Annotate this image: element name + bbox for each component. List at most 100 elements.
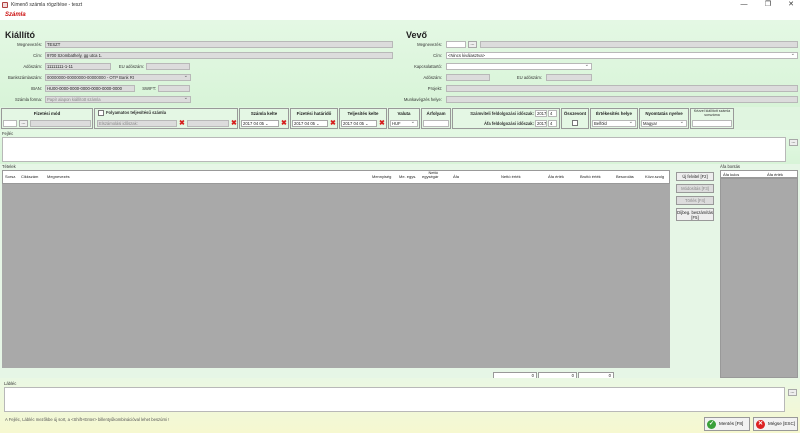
col-mennyiseg[interactable]: Mennyiség (372, 175, 391, 179)
kezzel-label: Kézzel kiállított számla sorszáma (693, 109, 731, 117)
afa-kulcs-column[interactable]: Áfa kulcs (723, 173, 739, 177)
col-netto-egysegar[interactable]: Nettó egységár (422, 171, 438, 179)
afa-bontas-grid[interactable] (720, 178, 798, 378)
osszevont-label: Összevont (563, 111, 587, 116)
osszevont-checkbox[interactable] (572, 120, 578, 126)
title-bar (0, 0, 800, 10)
szamla-kelte-clear-icon[interactable]: ✖ (281, 120, 287, 127)
fizetesi-mod-browse-button[interactable]: ... (19, 120, 28, 127)
ertekesites-select[interactable]: Belföld (592, 120, 636, 127)
kiallito-megnevezes-label: Megnevezés: (17, 42, 42, 47)
dijbeg-beszamitas-button[interactable]: Díjbeg. beszámítás [F5] (676, 208, 714, 221)
kezzel-field[interactable] (692, 120, 732, 127)
col-afa-ertek[interactable]: Áfa érték (548, 175, 564, 179)
kiallito-iban-field[interactable]: HU00-0000-0000-0000-0000-0000-0000 (45, 85, 135, 92)
fejlec-browse-button[interactable]: ... (789, 139, 798, 146)
teljesites-kelte-clear-icon[interactable]: ✖ (379, 120, 385, 127)
kiallito-cim-label: Cím: (33, 53, 42, 58)
kiallito-swift-label: SWIFT: (142, 86, 156, 91)
menu-item-szamla[interactable]: Számla (5, 12, 26, 18)
folyamatos-checkbox[interactable] (98, 110, 104, 116)
teljesites-kelte-label: Teljesítés kelte (347, 111, 379, 116)
fizetesi-mod-code[interactable] (3, 120, 17, 127)
app-icon (2, 2, 8, 8)
vevo-kapcsolattarto-label: Kapcsolattartó: (414, 64, 442, 69)
close-button[interactable]: ✕ (783, 0, 799, 10)
kiallito-eu-adoszam-label: EU adószám: (118, 64, 144, 69)
maximize-button[interactable]: ❐ (760, 0, 776, 10)
col-sorsz[interactable]: Sorsz. (5, 175, 16, 179)
fizetesi-hatarido-label: Fizetési határidő (296, 111, 332, 116)
nyomtatas-label: Nyomtatás nyelve (645, 111, 683, 116)
clear-end-icon[interactable]: ✖ (231, 120, 237, 127)
kiallito-cim-field[interactable]: 9700 Szombathely, gg utca 1. (45, 52, 393, 59)
kiallito-szamla-forma-select[interactable]: Papír alapon kiállított számla (45, 96, 191, 103)
uj-felvitel-button[interactable]: Új felvitel [F2] (676, 172, 714, 181)
fizetesi-hatarido-date[interactable]: 2017 04 05 ⌄ (292, 120, 328, 127)
lablec-textarea[interactable] (4, 387, 785, 412)
modositas-button[interactable]: Módosítás [F3] (676, 184, 714, 193)
elszamolasi-start-field[interactable]: Elszámolási időszak: (97, 120, 177, 127)
megse-label: Mégse [ESC] (768, 421, 796, 426)
fizetesi-hatarido-clear-icon[interactable]: ✖ (330, 120, 336, 127)
tetelek-grid-body[interactable] (2, 184, 670, 368)
kiallito-iban-label: IBAN: (31, 86, 42, 91)
nyomtatas-select[interactable]: Magyar (641, 120, 687, 127)
szamviteli-label: Számviteli feldolgozási időszak: (470, 111, 534, 116)
vevo-browse-button[interactable]: ... (468, 41, 477, 48)
kiallito-swift-field[interactable] (158, 85, 190, 92)
vevo-cim-label: Cím: (433, 53, 442, 58)
cancel-icon: ✕ (756, 420, 765, 429)
lablec-browse-button[interactable]: ... (788, 389, 797, 396)
minimize-button[interactable]: — (736, 0, 752, 10)
vevo-projekt-field[interactable] (446, 85, 798, 92)
vevo-adoszam-field[interactable] (446, 74, 490, 81)
clear-start-icon[interactable]: ✖ (179, 120, 185, 127)
szamviteli-month[interactable]: 4 (548, 110, 557, 117)
col-cikkszam[interactable]: Cikkszám (21, 175, 38, 179)
fizetesi-mod-field[interactable] (30, 120, 91, 127)
vevo-cim-select[interactable]: <Nincs kiválasztva> (446, 52, 798, 59)
col-besorolas[interactable]: Besorolás (616, 175, 634, 179)
kiallito-megnevezes-field[interactable]: TESZT (45, 41, 393, 48)
vevo-eu-adoszam-label: EU adószám: (516, 75, 542, 80)
elszamolasi-end-field[interactable] (187, 120, 229, 127)
arfolyam-label: Árfolyam (426, 111, 446, 116)
afa-idoszak-month[interactable]: 4 (548, 120, 557, 127)
megse-button[interactable]: ✕ Mégse [ESC] (753, 417, 798, 431)
afa-idoszak-year[interactable]: 2017 (535, 120, 547, 127)
kiallito-bankszamla-select[interactable]: 00000000-00000000-00000000 - OTP Bank Rt (45, 74, 191, 81)
col-megnevezes[interactable]: Megnevezés (47, 175, 70, 179)
kiallito-eu-adoszam-field[interactable] (146, 63, 190, 70)
afa-ertek-column[interactable]: Áfa érték (767, 173, 783, 177)
mentes-button[interactable]: ✓ Mentés [F8] (704, 417, 750, 431)
torles-button[interactable]: Törlés [F4] (676, 196, 714, 205)
col-afa[interactable]: Áfa (453, 175, 459, 179)
kiallito-title: Kiállító (5, 30, 36, 40)
col-brutto-ertek[interactable]: Bruttó érték (580, 175, 601, 179)
tetelek-label: Tételek (2, 164, 16, 169)
teljesites-kelte-date[interactable]: 2017 04 05 ⌄ (341, 120, 377, 127)
vevo-munkavegzes-label: Munkavégzés helye: (403, 97, 442, 102)
col-me-egys[interactable]: Me. egys. (399, 175, 416, 179)
col-kozv-szolg[interactable]: Közv.szolg (645, 175, 664, 179)
vevo-code-field[interactable] (446, 41, 466, 48)
szamla-kelte-label: Számla kelte (250, 111, 278, 116)
menu-bar (0, 10, 800, 20)
lablec-label: Lábléc (4, 381, 17, 386)
arfolyam-field[interactable] (423, 120, 449, 127)
valuta-select[interactable]: HUF (390, 120, 418, 127)
vevo-munkavegzes-field[interactable] (446, 96, 798, 103)
vevo-megnevezes-field[interactable] (480, 41, 798, 48)
szamla-kelte-date[interactable]: 2017 04 05 ⌄ (241, 120, 279, 127)
fejlec-textarea[interactable] (2, 137, 786, 162)
kiallito-adoszam-label: Adószám: (23, 64, 42, 69)
szamviteli-year[interactable]: 2017 (535, 110, 547, 117)
kiallito-adoszam-field[interactable]: 11111111-1-11 (45, 63, 111, 70)
checkmark-icon: ✓ (707, 420, 716, 429)
vevo-megnevezes-label: Megnevezés: (417, 42, 442, 47)
vevo-kapcsolattarto-select[interactable] (446, 63, 592, 70)
col-netto-ertek[interactable]: Nettó érték (501, 175, 521, 179)
vevo-eu-adoszam-field[interactable] (546, 74, 592, 81)
window-title: Kimenő számla rögzítése - teszt (11, 2, 83, 8)
